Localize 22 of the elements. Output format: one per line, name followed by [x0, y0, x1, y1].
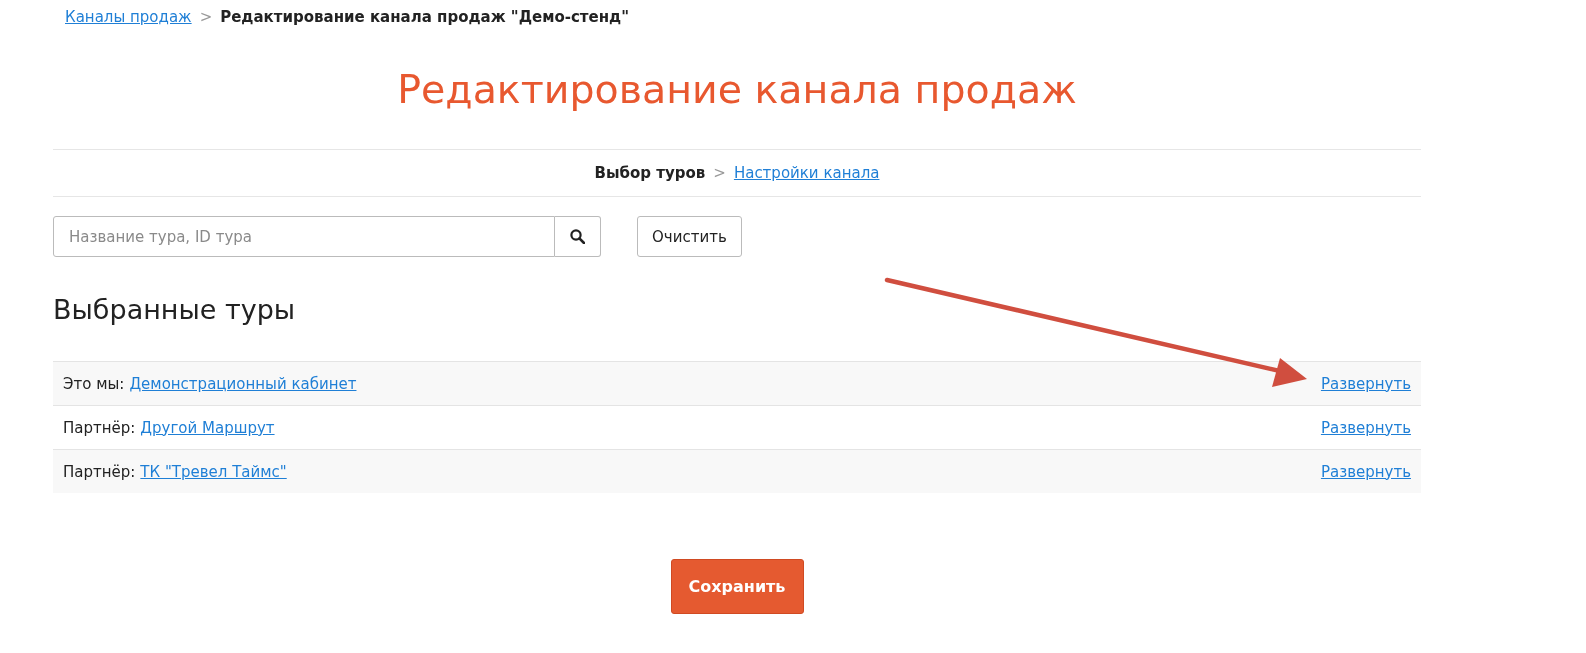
step-link[interactable]: Настройки канала — [733, 164, 880, 182]
section-title: Выбранные туры — [53, 293, 297, 327]
tour-link[interactable]: Демонстрационный кабинет — [129, 374, 357, 393]
tour-link[interactable]: ТК "Тревел Таймс" — [140, 462, 287, 481]
search-button[interactable] — [555, 216, 601, 257]
page-title: Редактирование канала продаж — [396, 65, 1078, 113]
row-label: Партнёр: — [63, 418, 136, 437]
expand-link[interactable]: Развернуть — [1320, 462, 1411, 481]
step-current[interactable]: Выбор туров — [594, 164, 706, 182]
clear-button[interactable]: Очистить — [637, 216, 742, 257]
row-label: Это мы: — [63, 374, 125, 393]
step-separator: > — [713, 164, 726, 182]
breadcrumb-current: Редактирование канала продаж "Демо-стенд" — [220, 8, 630, 26]
save-button[interactable]: Сохранить — [670, 559, 804, 614]
row-label: Партнёр: — [63, 462, 136, 481]
tour-link[interactable]: Другой Маршрут — [140, 418, 275, 437]
breadcrumb-link[interactable]: Каналы продаж — [65, 8, 192, 26]
expand-link[interactable]: Развернуть — [1320, 418, 1411, 437]
search-icon — [570, 229, 585, 244]
expand-link[interactable]: Развернуть — [1320, 374, 1411, 393]
search-field[interactable]: Название тура, ID тура — [53, 216, 555, 257]
breadcrumb-separator: > — [199, 8, 213, 26]
